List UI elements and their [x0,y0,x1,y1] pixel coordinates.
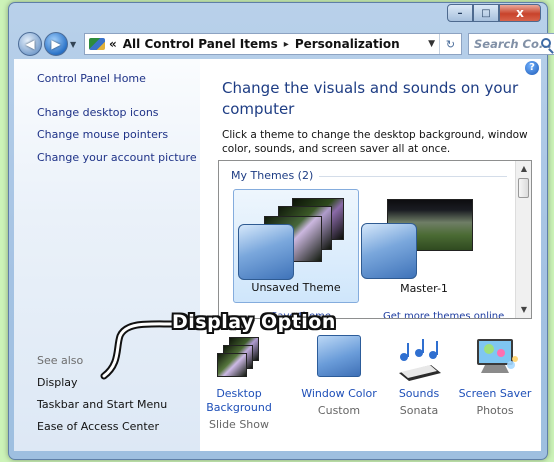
desktop-background-label[interactable]: Desktop Background [200,387,278,415]
main-content: ? Change the visuals and sounds on your … [200,59,541,451]
theme-name-unsaved: Unsaved Theme [251,281,341,294]
recent-pages-dropdown[interactable]: ▼ [70,40,76,49]
sidebar-link-display[interactable]: Display [37,376,78,389]
address-dropdown-icon[interactable]: ▼ [428,39,435,49]
caption-buttons: – □ x [447,4,541,22]
back-button[interactable]: ◀ [18,32,42,56]
address-bar[interactable]: « All Control Panel Items ▸ Personalizat… [84,33,462,55]
sidebar-link-change-desktop-icons[interactable]: Change desktop icons [37,106,159,119]
window-color-item[interactable]: Window Color Custom [300,335,378,417]
sidebar: Control Panel Home Change desktop icons … [14,59,200,451]
minimize-button[interactable]: – [447,4,473,22]
desktop-background-item[interactable]: Desktop Background Slide Show [200,335,278,431]
sidebar-link-ease-of-access-center[interactable]: Ease of Access Center [37,420,159,433]
screen-saver-item[interactable]: Screen Saver Photos [456,335,534,417]
theme-window-glass-2 [361,223,417,279]
window-color-icon [315,335,363,381]
breadcrumb-separator[interactable]: ▸ [284,39,289,50]
maximize-button[interactable]: □ [473,4,499,22]
page-description: Click a theme to change the desktop back… [222,129,528,155]
help-icon[interactable]: ? [525,61,539,75]
themes-list[interactable]: My Themes (2) Unsaved Theme Master-1 Sav… [218,160,532,319]
desktop-background-sub: Slide Show [208,418,270,431]
breadcrumb-personalization[interactable]: Personalization [295,37,400,51]
screen-saver-sub: Photos [476,404,514,417]
window-color-label[interactable]: Window Color [300,387,378,401]
photos-stack-icon [215,335,263,381]
get-more-themes-link[interactable]: Get more themes online [383,311,504,318]
my-themes-group-label: My Themes (2) [231,169,320,182]
breadcrumb-all-control-panel-items[interactable]: All Control Panel Items [123,37,278,51]
display-option-callout: Display Option [172,311,336,333]
theme-unsaved-theme[interactable]: Unsaved Theme [233,189,359,303]
sidebar-link-change-account-picture[interactable]: Change your account picture [37,151,197,164]
control-panel-icon [89,38,105,50]
sidebar-link-taskbar-start-menu[interactable]: Taskbar and Start Menu [37,398,167,411]
music-notes-icon [395,335,443,381]
callout-arrow [100,320,176,380]
sidebar-link-control-panel-home[interactable]: Control Panel Home [37,72,146,85]
address-prefix[interactable]: « [109,37,117,51]
screen-saver-icon [471,335,519,381]
theme-name-master-1: Master-1 [400,282,448,295]
sidebar-link-change-mouse-pointers[interactable]: Change mouse pointers [37,128,168,141]
navigation-bar: ◀ ▶ ▼ « All Control Panel Items ▸ Person… [18,31,554,57]
window-color-sub: Custom [317,404,361,417]
scroll-thumb[interactable] [518,178,529,198]
sounds-label[interactable]: Sounds [380,387,458,401]
theme-master-1[interactable]: Master-1 [361,189,487,303]
page-title: Change the visuals and sounds on your co… [222,79,519,118]
sounds-sub: Sonata [399,404,439,417]
search-icon[interactable] [541,38,551,48]
themes-scrollbar[interactable]: ▲ ▼ [515,161,531,318]
theme-window-glass [238,224,294,280]
scroll-up-arrow-icon[interactable]: ▲ [516,161,531,177]
screen-saver-label[interactable]: Screen Saver [456,387,534,401]
sounds-item[interactable]: Sounds Sonata [380,335,458,417]
forward-button[interactable]: ▶ [44,32,68,56]
refresh-icon[interactable]: ↻ [439,34,461,54]
search-input[interactable]: Search Co... [468,33,554,55]
close-button[interactable]: x [499,4,541,22]
see-also-label: See also [37,354,84,367]
scroll-down-arrow-icon[interactable]: ▼ [516,302,531,318]
